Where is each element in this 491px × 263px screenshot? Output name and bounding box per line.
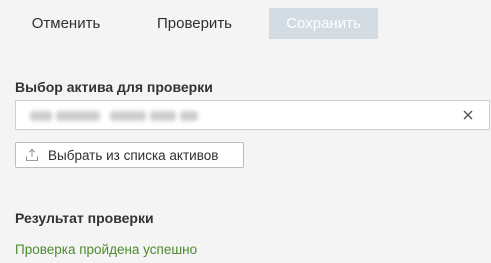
result-section-label: Результат проверки — [15, 210, 154, 226]
pick-from-list-button[interactable]: Выбрать из списка активов — [15, 142, 244, 168]
save-button: Сохранить — [269, 8, 378, 39]
pick-button-label: Выбрать из списка активов — [48, 147, 219, 163]
asset-input[interactable] — [15, 100, 490, 130]
redacted-asset-value — [30, 109, 198, 123]
asset-section-label: Выбор актива для проверки — [15, 79, 213, 95]
toolbar: Отменить Проверить Сохранить — [0, 0, 491, 48]
check-button[interactable]: Проверить — [142, 8, 247, 39]
result-status-text: Проверка пройдена успешно — [15, 242, 198, 257]
upload-icon — [25, 148, 39, 162]
cancel-button[interactable]: Отменить — [14, 8, 118, 39]
close-icon[interactable] — [461, 108, 475, 122]
